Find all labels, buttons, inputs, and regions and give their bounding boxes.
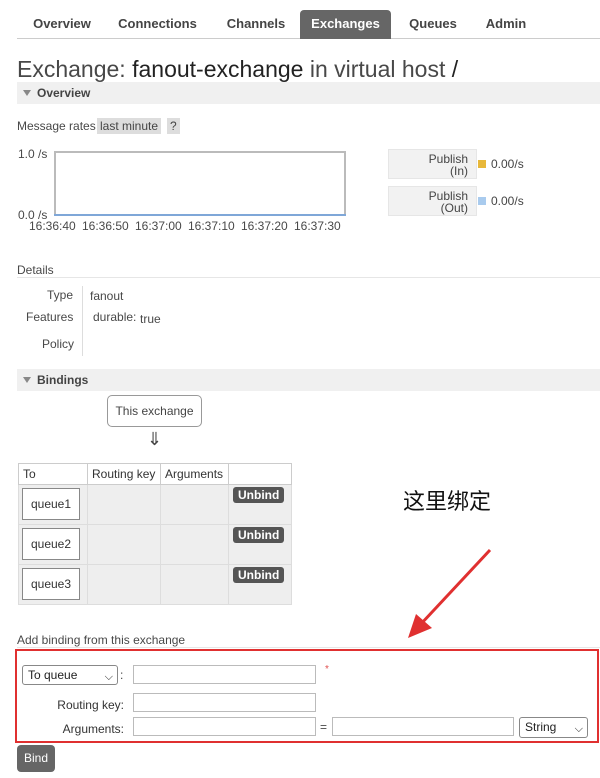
- arguments-cell: [160, 484, 229, 525]
- annotation-note: 这里绑定: [403, 490, 492, 515]
- message-rate-chart: [54, 151, 346, 216]
- message-rates-label: Message rates: [17, 119, 96, 133]
- routing-key-cell: [87, 524, 161, 565]
- unbind-button[interactable]: Unbind: [233, 527, 285, 543]
- tab-connections[interactable]: Connections: [110, 10, 205, 38]
- chart-x-tick: 16:37:20: [241, 219, 288, 233]
- argument-value-input[interactable]: [332, 717, 514, 736]
- tab-channels[interactable]: Channels: [211, 10, 301, 38]
- bindings-header-label: Bindings: [37, 373, 89, 387]
- detail-type-value: fanout: [90, 289, 124, 303]
- legend-publish-out: Publish (Out): [388, 186, 477, 216]
- add-binding-divider: [17, 647, 600, 648]
- argument-type-select[interactable]: String ⌵: [519, 717, 588, 738]
- routing-key-cell: [87, 564, 161, 605]
- bindings-section-header[interactable]: Bindings: [17, 369, 600, 391]
- publish-out-rate: 0.00/s: [491, 194, 524, 208]
- top-nav: Overview Connections Channels Exchanges …: [17, 10, 600, 39]
- details-separator: [82, 286, 83, 356]
- vhost-name: /: [451, 56, 459, 82]
- detail-policy-label: Policy: [42, 337, 75, 351]
- routing-key-label: Routing key:: [57, 698, 124, 712]
- chevron-down-icon: ⌵: [574, 723, 583, 735]
- chart-x-tick: 16:37:30: [294, 219, 341, 233]
- tab-queues[interactable]: Queues: [398, 10, 468, 38]
- detail-type-label: Type: [47, 288, 74, 302]
- table-row: queue3 Unbind: [18, 564, 292, 605]
- routing-key-cell: [87, 484, 161, 525]
- title-prefix: Exchange:: [17, 56, 126, 82]
- exchange-name: fanout-exchange: [132, 56, 304, 82]
- detail-features-label: Features: [26, 310, 74, 324]
- add-binding-header: Add binding from this exchange: [17, 633, 186, 647]
- collapse-triangle-icon: [23, 90, 31, 96]
- legend-publish-in: Publish (In): [388, 149, 477, 179]
- page-title: Exchange: fanout-exchange in virtual hos…: [17, 56, 458, 83]
- down-arrow-icon: ⇓: [147, 429, 163, 449]
- destination-name-input[interactable]: [133, 665, 316, 684]
- chart-series-line: [54, 214, 346, 216]
- overview-header-label: Overview: [37, 86, 91, 100]
- chart-x-tick: 16:36:50: [82, 219, 129, 233]
- bindings-table: To Routing key Arguments queue1 Unbind q…: [18, 463, 292, 605]
- queue-link[interactable]: queue3: [22, 568, 80, 600]
- collapse-triangle-icon: [23, 377, 31, 383]
- chart-x-tick: 16:37:10: [188, 219, 235, 233]
- rate-period-selector[interactable]: last minute: [97, 118, 162, 134]
- queue-link[interactable]: queue1: [22, 488, 80, 520]
- publish-in-rate: 0.00/s: [491, 157, 524, 171]
- arguments-label: Arguments:: [62, 722, 124, 736]
- tab-overview[interactable]: Overview: [17, 10, 107, 38]
- queue-link[interactable]: queue2: [22, 528, 80, 560]
- select-colon: :: [120, 668, 124, 682]
- tab-exchanges[interactable]: Exchanges: [300, 10, 391, 39]
- arguments-cell: [160, 524, 229, 565]
- col-routing-key: Routing key: [87, 463, 161, 485]
- col-arguments: Arguments: [160, 463, 229, 485]
- col-to: To: [18, 463, 88, 485]
- table-row: queue2 Unbind: [18, 524, 292, 565]
- this-exchange-box: This exchange: [107, 395, 202, 427]
- chart-y-top-label: 1.0 /s: [18, 147, 48, 161]
- legend-swatch-in: [478, 160, 486, 168]
- argument-key-input[interactable]: [133, 717, 316, 736]
- detail-features-value: true: [140, 312, 161, 326]
- bind-button[interactable]: Bind: [17, 745, 55, 772]
- chart-x-tick: 16:36:40: [29, 219, 76, 233]
- help-button[interactable]: ?: [167, 118, 180, 134]
- overview-section-header[interactable]: Overview: [17, 82, 600, 104]
- details-divider: [17, 277, 600, 278]
- title-mid: in virtual host: [309, 56, 446, 82]
- destination-type-select[interactable]: To queue ⌵: [22, 665, 118, 685]
- unbind-button[interactable]: Unbind: [233, 567, 285, 583]
- annotation-arrow-icon: [408, 548, 492, 638]
- detail-features-key: durable:: [93, 310, 137, 324]
- arguments-cell: [160, 564, 229, 605]
- required-mark: *: [325, 664, 329, 675]
- chart-x-tick: 16:37:00: [135, 219, 182, 233]
- tab-admin[interactable]: Admin: [478, 10, 534, 38]
- legend-swatch-out: [478, 197, 486, 205]
- details-header: Details: [17, 263, 54, 277]
- equals-sign: =: [320, 720, 328, 734]
- col-actions: [228, 463, 292, 485]
- unbind-button[interactable]: Unbind: [233, 487, 285, 503]
- table-row: queue1 Unbind: [18, 484, 292, 525]
- chevron-down-icon: ⌵: [104, 671, 113, 683]
- routing-key-input[interactable]: [133, 693, 316, 712]
